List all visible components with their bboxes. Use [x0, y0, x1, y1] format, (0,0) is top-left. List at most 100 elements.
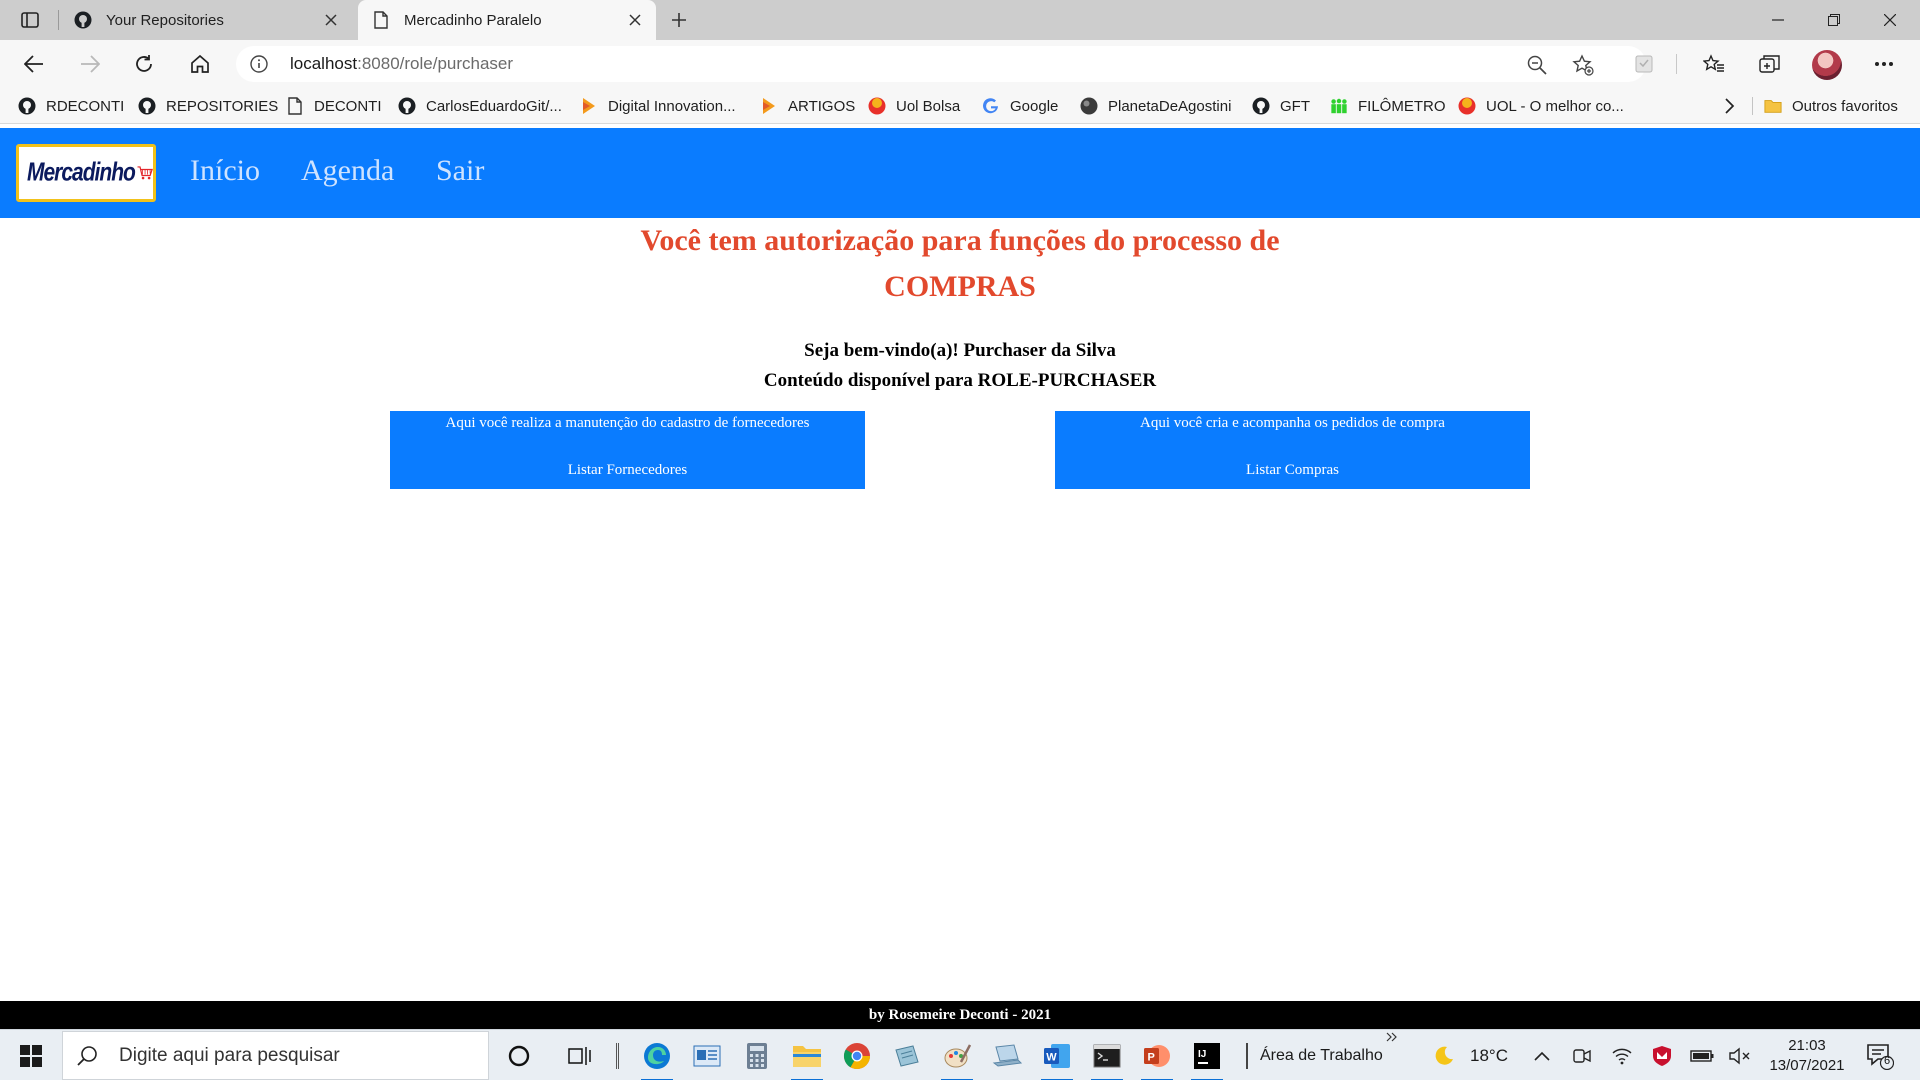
- bookmark-deconti[interactable]: DECONTI: [286, 88, 382, 124]
- bookmark-uol-bolsa[interactable]: Uol Bolsa: [868, 88, 960, 124]
- start-button[interactable]: [10, 1038, 52, 1074]
- nav-link-inicio[interactable]: Início: [190, 154, 260, 188]
- taskbar-app-paint[interactable]: [937, 1036, 977, 1080]
- taskbar-app-powerpoint[interactable]: P: [1137, 1036, 1177, 1080]
- tab-your-repositories[interactable]: Your Repositories: [62, 0, 352, 40]
- tab-actions-button[interactable]: [10, 6, 50, 34]
- chevron-up-icon: [1534, 1051, 1550, 1061]
- url-text[interactable]: localhost:8080/role/purchaser: [290, 54, 513, 74]
- address-bar[interactable]: localhost:8080/role/purchaser: [236, 46, 1646, 82]
- zoom-icon[interactable]: [1526, 54, 1548, 76]
- task-view-button[interactable]: [560, 1036, 600, 1076]
- plus-icon: [672, 13, 686, 27]
- taskbar-search-box[interactable]: Digite aqui para pesquisar: [62, 1031, 489, 1080]
- forward-button[interactable]: [72, 46, 108, 82]
- calculator-icon: [747, 1043, 767, 1069]
- edge-icon: [644, 1043, 670, 1069]
- bookmark-uol[interactable]: UOL - O melhor co...: [1458, 88, 1624, 124]
- system-clock[interactable]: 21:03 13/07/2021: [1762, 1036, 1852, 1076]
- speaker-muted-icon: [1729, 1047, 1750, 1065]
- arrow-right-icon: [81, 55, 100, 73]
- minimize-button[interactable]: [1750, 0, 1806, 40]
- desktop-toolbar[interactable]: Área de Trabalho: [1246, 1030, 1383, 1080]
- bookmark-other-favorites[interactable]: Outros favoritos: [1764, 88, 1898, 124]
- site-footer: by Rosemeire Deconti - 2021: [0, 1001, 1920, 1029]
- taskbar-app-terminal[interactable]: [1087, 1036, 1127, 1080]
- bookmark-carloseduardogit[interactable]: CarlosEduardoGit/...: [398, 88, 562, 124]
- tray-volume[interactable]: [1728, 1044, 1752, 1068]
- bookmark-google[interactable]: Google: [982, 88, 1058, 124]
- reload-button[interactable]: [126, 46, 162, 82]
- close-tab-icon[interactable]: [322, 11, 340, 29]
- bookmark-label: ARTIGOS: [788, 97, 856, 115]
- close-tab-icon[interactable]: [626, 11, 644, 29]
- taskbar-app-computer[interactable]: [987, 1036, 1027, 1076]
- close-icon: [1884, 14, 1896, 26]
- toolbar-grip: [1246, 1042, 1248, 1069]
- profile-avatar[interactable]: [1812, 50, 1842, 80]
- tray-antivirus[interactable]: [1650, 1044, 1674, 1068]
- new-tab-button[interactable]: [664, 8, 694, 32]
- taskbar-app-notes[interactable]: [887, 1036, 927, 1076]
- browser-tabstrip: Your Repositories Mercadinho Paralelo: [0, 0, 1920, 40]
- taskbar-app-edge[interactable]: [637, 1036, 677, 1080]
- restore-icon: [1828, 14, 1840, 26]
- tab-mercadinho-paralelo[interactable]: Mercadinho Paralelo: [358, 0, 656, 40]
- extension-button[interactable]: [1626, 46, 1662, 82]
- list-purchases-link[interactable]: Listar Compras: [1055, 462, 1530, 479]
- bookmark-repositories[interactable]: REPOSITORIES: [138, 88, 278, 124]
- favorites-button[interactable]: [1696, 46, 1732, 82]
- taskbar-separator: [616, 1043, 619, 1069]
- bookmark-label: Uol Bolsa: [896, 97, 961, 115]
- nav-link-agenda[interactable]: Agenda: [301, 154, 394, 188]
- taskbar-app-outlook[interactable]: [687, 1036, 727, 1076]
- tray-meet-now[interactable]: [1570, 1044, 1594, 1068]
- browser-toolbar: localhost:8080/role/purchaser: [0, 40, 1920, 88]
- bookmark-digital-innovation[interactable]: Digital Innovation...: [580, 88, 736, 124]
- bookmark-label: Outros favoritos: [1792, 97, 1898, 115]
- bookmark-gft[interactable]: GFT: [1252, 88, 1310, 124]
- page-title-line1: Você tem autorização para funções do pro…: [640, 224, 1280, 257]
- home-button[interactable]: [182, 46, 218, 82]
- weather-widget[interactable]: 18°C: [1432, 1030, 1508, 1080]
- github-icon: [138, 97, 156, 115]
- role-content-note: Conteúdo disponível para ROLE-PURCHASER: [763, 370, 1157, 391]
- chevron-right-icon[interactable]: [1720, 97, 1738, 115]
- bookmarks-bar: RDECONTI REPOSITORIES DECONTI CarlosEdua…: [0, 88, 1920, 124]
- taskbar-app-chrome[interactable]: [837, 1036, 877, 1076]
- bookmark-rdeconti[interactable]: RDECONTI: [18, 88, 124, 124]
- chevron-double-right-icon[interactable]: [1386, 1032, 1398, 1042]
- site-logo[interactable]: Mercadinho: [16, 144, 156, 202]
- close-window-button[interactable]: [1862, 0, 1918, 40]
- bookmark-label: GFT: [1280, 97, 1310, 115]
- svg-text:P: P: [1148, 1052, 1155, 1064]
- settings-menu-button[interactable]: [1866, 46, 1902, 82]
- home-icon: [191, 54, 209, 73]
- url-host: localhost: [290, 54, 358, 73]
- bookmark-label: CarlosEduardoGit/...: [426, 97, 562, 115]
- bookmark-planetadeagostini[interactable]: PlanetaDeAgostini: [1080, 88, 1231, 124]
- cortana-button[interactable]: [499, 1036, 539, 1076]
- show-hidden-icons-button[interactable]: [1530, 1044, 1554, 1068]
- list-suppliers-link[interactable]: Listar Fornecedores: [390, 462, 865, 479]
- tray-network[interactable]: [1610, 1044, 1634, 1068]
- taskbar-app-intellij[interactable]: IJ: [1187, 1036, 1227, 1080]
- shield-icon: [1653, 1046, 1671, 1066]
- nav-link-sair[interactable]: Sair: [436, 154, 484, 188]
- tray-battery[interactable]: [1690, 1044, 1714, 1068]
- back-button[interactable]: [16, 46, 52, 82]
- restore-button[interactable]: [1806, 0, 1862, 40]
- shopping-cart-icon: [137, 166, 153, 180]
- site-navbar: Mercadinho Início Agenda Sair: [0, 128, 1920, 218]
- collections-icon: [1759, 55, 1780, 73]
- notification-center-button[interactable]: 6: [1866, 1042, 1895, 1071]
- taskbar-app-file-explorer[interactable]: [787, 1036, 827, 1080]
- taskbar-app-word[interactable]: W: [1037, 1036, 1077, 1080]
- collections-button[interactable]: [1752, 46, 1788, 82]
- add-favorite-icon[interactable]: [1572, 54, 1594, 76]
- taskbar-app-calculator[interactable]: [737, 1036, 777, 1076]
- info-icon[interactable]: [250, 55, 268, 73]
- bookmark-filometro[interactable]: FILÔMETRO: [1330, 88, 1446, 124]
- bookmark-label: PlanetaDeAgostini: [1108, 97, 1232, 115]
- bookmark-artigos[interactable]: ARTIGOS: [760, 88, 855, 124]
